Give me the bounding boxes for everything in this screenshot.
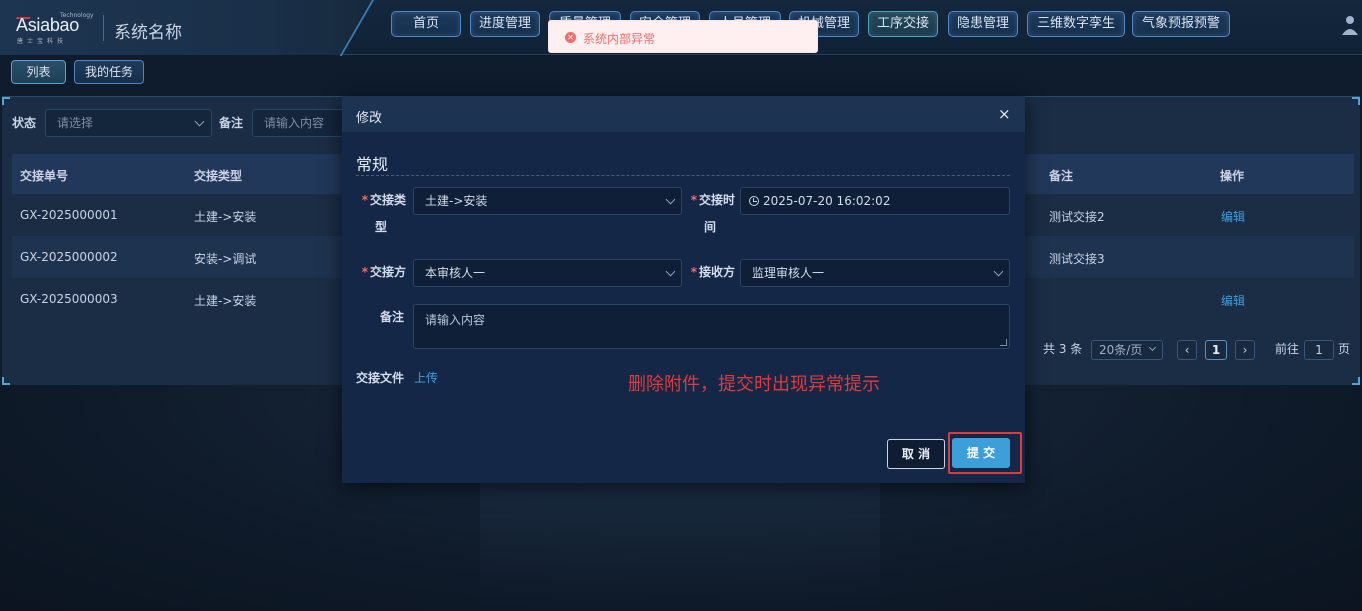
remark-filter-input[interactable]: 请输入内容	[252, 109, 344, 137]
handover-type-label: * 交接类	[356, 187, 406, 214]
page-size-value: 20条/页	[1099, 343, 1143, 357]
receiver-label: * 接收方	[685, 259, 735, 286]
required-mark: *	[690, 193, 697, 207]
resize-handle-icon[interactable]	[1000, 339, 1007, 346]
remark-textarea[interactable]: 请输入内容	[413, 304, 1010, 349]
handover-type-label-cont: 型	[374, 220, 387, 234]
column-header-action: 操作	[1220, 169, 1245, 183]
handover-time-label-cont: 间	[703, 220, 716, 234]
submit-button[interactable]: 提 交	[952, 438, 1010, 468]
toast-message: 系统内部异常	[583, 32, 656, 46]
dialog-header: 修改 ×	[342, 96, 1025, 132]
handover-time-picker[interactable]: 2025-07-20 16:02:02	[740, 187, 1010, 215]
section-title: 常规	[356, 155, 389, 174]
chevron-down-icon	[993, 266, 1004, 277]
cell-type: 安装->调试	[194, 252, 257, 266]
cell-remark: 测试交接2	[1049, 210, 1105, 224]
goto-page-input[interactable]: 1	[1304, 340, 1334, 360]
column-header-type: 交接类型	[194, 169, 243, 183]
error-icon: ✕	[565, 32, 576, 43]
goto-prefix: 前往	[1275, 342, 1300, 356]
required-mark: *	[690, 265, 697, 279]
user-icon[interactable]	[1338, 14, 1358, 36]
chevron-down-icon	[1148, 343, 1157, 352]
handover-from-label-text: 交接方	[369, 265, 406, 279]
remark-filter-label: 备注	[219, 116, 244, 130]
nav-item-hazard[interactable]: 隐患管理	[948, 11, 1018, 37]
handover-type-select[interactable]: 土建->安装	[413, 187, 682, 215]
required-mark: *	[361, 193, 368, 207]
handover-from-select[interactable]: 本审核人一	[413, 259, 682, 287]
handover-from-value: 本审核人一	[425, 266, 486, 280]
goto-suffix: 页	[1338, 342, 1351, 356]
cell-no: GX-2025000003	[20, 292, 118, 306]
edit-link[interactable]: 编辑	[1221, 208, 1245, 225]
cell-type: 土建->安装	[194, 294, 257, 308]
handover-time-value: 2025-07-20 16:02:02	[763, 194, 891, 208]
panel-corner	[1352, 377, 1360, 385]
cell-no: GX-2025000002	[20, 250, 118, 264]
logo-sub: 唐士宝科技	[17, 38, 68, 45]
status-select[interactable]: 请选择	[45, 109, 212, 137]
annotation-text: 删除附件，提交时出现异常提示	[628, 374, 880, 395]
panel-corner	[1352, 97, 1360, 105]
nav-item-progress[interactable]: 进度管理	[470, 11, 540, 37]
handover-from-label: * 交接方	[356, 259, 406, 286]
pager-total: 共 3 条	[1043, 342, 1083, 356]
status-select-placeholder: 请选择	[57, 116, 94, 130]
chevron-down-icon	[665, 194, 676, 205]
receiver-value: 监理审核人一	[752, 266, 825, 280]
upload-link[interactable]: 上传	[414, 365, 438, 392]
remark-filter-placeholder: 请输入内容	[264, 116, 325, 130]
chevron-down-icon	[194, 116, 205, 127]
tab-my-tasks[interactable]: 我的任务	[74, 60, 144, 84]
handover-time-label: * 交接时	[685, 187, 735, 214]
cell-type: 土建->安装	[194, 210, 257, 224]
status-filter-label: 状态	[12, 116, 37, 130]
error-toast: ✕ 系统内部异常	[548, 20, 818, 53]
column-header-remark: 备注	[1049, 169, 1074, 183]
column-header-no: 交接单号	[20, 169, 69, 183]
nav-item-digital-twin[interactable]: 三维数字孪生	[1027, 11, 1125, 37]
cell-no: GX-2025000001	[20, 208, 118, 222]
handover-type-value: 土建->安装	[425, 194, 488, 208]
panel-corner	[2, 377, 10, 385]
nav-item-weather[interactable]: 气象预报预警	[1132, 11, 1230, 37]
cell-remark: 测试交接3	[1049, 252, 1105, 266]
receiver-label-text: 接收方	[698, 265, 735, 279]
receiver-select[interactable]: 监理审核人一	[740, 259, 1010, 287]
company-logo: Asiabao Technology 唐士宝科技	[11, 12, 94, 45]
handover-time-label-text: 交接时	[698, 193, 735, 207]
tab-list[interactable]: 列表	[11, 60, 66, 84]
cancel-button[interactable]: 取 消	[887, 439, 945, 469]
background-glow	[480, 470, 880, 611]
required-mark: *	[361, 265, 368, 279]
page-number-current[interactable]: 1	[1205, 340, 1227, 360]
chevron-down-icon	[665, 266, 676, 277]
remark-label: 备注	[379, 310, 404, 324]
panel-corner	[2, 97, 10, 105]
edit-dialog: 修改 × 常规 * 交接类 型 土建->安装 * 交接时 间 2025-07-20 …	[342, 96, 1025, 483]
section-divider	[356, 175, 1010, 176]
handover-files-label: 交接文件	[356, 371, 405, 385]
system-name: 系统名称	[114, 23, 182, 43]
logo-tech: Technology	[60, 12, 94, 19]
nav-item-home[interactable]: 首页	[391, 11, 461, 37]
clock-icon	[749, 196, 759, 206]
remark-placeholder: 请输入内容	[425, 313, 486, 327]
prev-page-button[interactable]: ‹	[1177, 340, 1197, 360]
close-icon[interactable]: ×	[998, 105, 1011, 123]
nav-item-handover[interactable]: 工序交接	[868, 11, 938, 37]
logo-divider	[103, 15, 104, 41]
page-size-select[interactable]: 20条/页	[1091, 340, 1163, 360]
next-page-button[interactable]: ›	[1235, 340, 1255, 360]
edit-link[interactable]: 编辑	[1221, 292, 1245, 309]
handover-type-label-text: 交接类	[369, 193, 406, 207]
dialog-title: 修改	[356, 111, 383, 126]
